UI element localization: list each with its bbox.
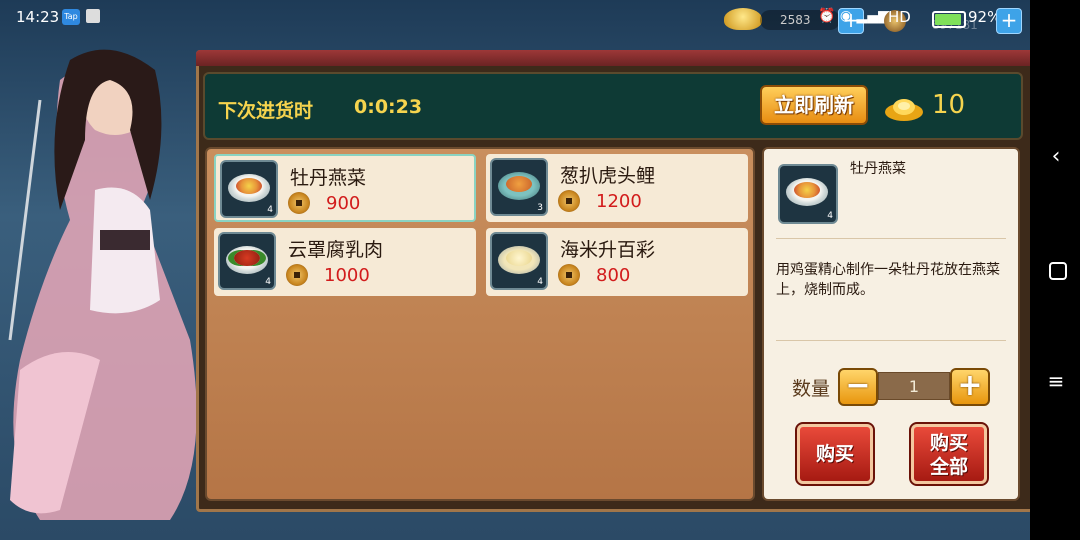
gold-ingot-icon (724, 8, 762, 30)
menu-icon[interactable]: ≡ (1045, 370, 1067, 392)
heroine-illustration (8, 49, 197, 520)
add-resource-button[interactable]: + (996, 8, 1022, 34)
shop-item-carp-dish[interactable]: 3 葱扒虎头鲤 1200 (486, 154, 748, 222)
panel-top-bar (196, 50, 1034, 66)
selected-dish-icon: 4 (778, 164, 838, 224)
buy-all-button[interactable]: 购买 全部 (909, 422, 989, 486)
shop-item-pork-dish[interactable]: 4 云罩腐乳肉 1000 (214, 228, 476, 296)
gold-count: 10 (932, 90, 966, 120)
item-name: 海米升百彩 (560, 239, 656, 261)
item-name: 牡丹燕菜 (290, 167, 367, 189)
shop-item-peony-dish[interactable]: 4 牡丹燕菜 900 (214, 154, 476, 222)
item-name: 葱扒虎头鲤 (560, 165, 656, 187)
copper-coin-icon (558, 264, 580, 286)
system-nav-bar: ‹ ≡ (1030, 0, 1080, 540)
dish-icon: 4 (490, 232, 548, 290)
restock-timer: 0:0:23 (354, 96, 423, 118)
quantity-label: 数量 (792, 378, 831, 400)
dish-icon: 4 (220, 160, 278, 218)
divider (776, 340, 1006, 341)
copper-coin-icon (286, 264, 308, 286)
refresh-now-button[interactable]: 立即刷新 (760, 85, 868, 125)
shop-item-shrimp-soup[interactable]: 4 海米升百彩 800 (486, 228, 748, 296)
item-price: 1200 (596, 191, 642, 212)
quantity-decrease-button[interactable]: − (838, 368, 878, 406)
quantity-increase-button[interactable]: + (950, 368, 990, 406)
home-icon[interactable] (1049, 262, 1067, 280)
wifi-signal-icon: ⏰ ◉ ▂▄▆ (818, 8, 889, 24)
divider (776, 238, 1006, 239)
copper-coin-icon (288, 192, 310, 214)
next-restock-label: 下次进货时 (218, 100, 314, 122)
item-name: 云罩腐乳肉 (288, 239, 384, 261)
item-description: 用鸡蛋精心制作一朵牡丹花放在燕菜上，烧制而成。 (776, 262, 1000, 298)
notification-icon (86, 9, 100, 23)
copper-coin-icon (558, 190, 580, 212)
item-price: 1000 (324, 265, 370, 286)
item-price: 800 (596, 265, 631, 286)
tap-app-icon: Tap (62, 9, 80, 25)
status-bar: 14:23 Tap 2583 + ⏰ ◉ ▂▄▆ HD 897181 92% + (0, 0, 1080, 34)
selected-item-name: 牡丹燕菜 (850, 161, 906, 177)
battery-icon (932, 11, 966, 28)
dish-icon: 4 (218, 232, 276, 290)
dish-icon: 3 (490, 158, 548, 216)
buy-button[interactable]: 购买 (795, 422, 875, 486)
network-type: HD (888, 8, 911, 26)
item-price: 900 (326, 193, 361, 214)
back-icon[interactable]: ‹ (1045, 146, 1067, 168)
status-time: 14:23 (16, 8, 60, 26)
gold-ingot-icon (885, 99, 923, 121)
quantity-field[interactable]: 1 (878, 372, 950, 400)
